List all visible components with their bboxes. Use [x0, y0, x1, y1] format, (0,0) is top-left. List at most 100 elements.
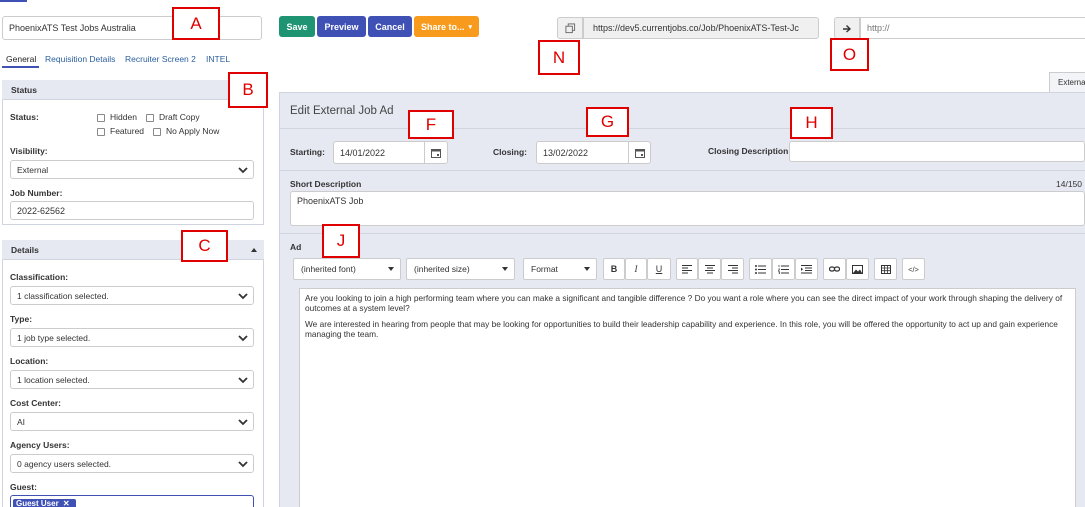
job-url-field[interactable]: https://dev5.currentjobs.co/Job/PhoenixA… — [583, 17, 819, 39]
job-title-value: PhoenixATS Test Jobs Australia — [9, 23, 136, 33]
bold-button[interactable]: B — [603, 258, 625, 280]
ad-paragraph: We are interested in hearing from people… — [305, 319, 1058, 339]
featured-label: Featured — [110, 126, 145, 136]
font-family-dropdown-label: (inherited font) — [301, 264, 356, 274]
bullet-list-button[interactable] — [749, 258, 772, 280]
type-value: 1 job type selected. — [17, 332, 91, 343]
chevron-down-icon — [238, 166, 248, 173]
redirect-url-input[interactable] — [860, 17, 1085, 39]
type-select[interactable]: 1 job type selected. — [10, 328, 254, 347]
font-size-dropdown-label: (inherited size) — [414, 264, 470, 274]
guest-tag[interactable]: Guest User ✕ — [13, 499, 76, 507]
draft-copy-label: Draft Copy — [159, 112, 200, 122]
visibility-label: Visibility: — [10, 146, 48, 156]
calendar-icon[interactable] — [424, 141, 448, 164]
indent-button[interactable] — [795, 258, 818, 280]
location-select[interactable]: 1 location selected. — [10, 370, 254, 389]
closing-label: Closing: — [493, 147, 527, 157]
job-number-input[interactable]: 2022-62562 — [10, 201, 254, 220]
cancel-button[interactable]: Cancel — [368, 16, 412, 37]
save-button[interactable]: Save — [279, 16, 315, 37]
annotation-h: H — [790, 107, 833, 139]
redirect-url-button[interactable] — [834, 17, 860, 39]
tab-requisition-details[interactable]: Requisition Details — [45, 54, 115, 64]
agency-users-select[interactable]: 0 agency users selected. — [10, 454, 254, 473]
share-to-button[interactable]: Share to... ▾ — [414, 16, 479, 37]
short-description-counter: 14/150 — [1056, 179, 1082, 189]
location-value: 1 location selected. — [17, 374, 90, 385]
job-title-input[interactable]: PhoenixATS Test Jobs Australia — [2, 16, 262, 40]
starting-date-value: 14/01/2022 — [340, 147, 386, 158]
editor-title: Edit External Job Ad — [290, 105, 394, 117]
ad-content-editor[interactable]: Are you looking to join a high performin… — [299, 288, 1076, 507]
featured-checkbox[interactable] — [97, 128, 105, 136]
image-icon — [852, 264, 863, 274]
annotation-o: O — [830, 38, 869, 71]
starting-date-input[interactable]: 14/01/2022 — [333, 141, 425, 164]
annotation-n: N — [538, 40, 580, 75]
font-size-dropdown[interactable]: (inherited size) — [406, 258, 515, 280]
closing-date-value: 13/02/2022 — [543, 147, 589, 158]
guest-label: Guest: — [10, 482, 37, 492]
divider — [280, 128, 1085, 129]
insert-link-button[interactable] — [823, 258, 846, 280]
annotation-g: G — [586, 107, 629, 137]
no-apply-now-checkbox[interactable] — [153, 128, 161, 136]
align-center-icon — [704, 264, 715, 273]
starting-label: Starting: — [290, 147, 325, 157]
align-left-button[interactable] — [676, 258, 698, 280]
italic-button[interactable]: I — [625, 258, 647, 280]
chevron-down-icon — [238, 334, 248, 341]
preview-button[interactable]: Preview — [317, 16, 366, 37]
hidden-checkbox[interactable] — [97, 114, 105, 122]
top-accent-line — [0, 0, 27, 2]
calendar-icon[interactable] — [628, 141, 651, 164]
location-label: Location: — [10, 356, 49, 366]
divider — [280, 170, 1085, 171]
annotation-f: F — [408, 110, 454, 139]
cost-center-select[interactable]: AI — [10, 412, 254, 431]
type-label: Type: — [10, 314, 33, 324]
chevron-down-icon: ▾ — [468, 23, 473, 31]
agency-users-value: 0 agency users selected. — [17, 458, 112, 469]
job-url-text: https://dev5.currentjobs.co/Job/PhoenixA… — [593, 23, 799, 33]
classification-label: Classification: — [10, 272, 69, 282]
copy-url-button[interactable] — [557, 17, 583, 39]
align-left-icon — [682, 264, 692, 273]
external-tab[interactable]: Externa — [1049, 72, 1085, 93]
short-description-value: PhoenixATS Job — [297, 196, 364, 206]
closing-description-input[interactable] — [789, 141, 1085, 162]
font-family-dropdown[interactable]: (inherited font) — [293, 258, 401, 280]
align-right-button[interactable] — [721, 258, 744, 280]
align-center-button[interactable] — [698, 258, 721, 280]
collapse-triangle-icon[interactable] — [251, 248, 257, 252]
visibility-select[interactable]: External — [10, 160, 254, 179]
chevron-down-icon — [238, 292, 248, 299]
cost-center-value: AI — [17, 416, 26, 427]
guest-tag-label: Guest User — [16, 499, 59, 507]
close-icon[interactable]: ✕ — [63, 499, 70, 507]
tab-general[interactable]: General — [6, 54, 36, 64]
html-source-button[interactable]: </> — [902, 258, 925, 280]
numbered-list-button[interactable] — [772, 258, 795, 280]
indent-icon — [801, 264, 812, 273]
chevron-down-icon — [238, 460, 248, 467]
annotation-j: J — [322, 224, 360, 258]
draft-copy-checkbox[interactable] — [146, 114, 154, 122]
insert-image-button[interactable] — [846, 258, 869, 280]
link-icon — [829, 266, 840, 272]
status-panel-header[interactable]: Status — [2, 80, 264, 100]
chevron-down-icon — [238, 418, 248, 425]
classification-select[interactable]: 1 classification selected. — [10, 286, 254, 305]
format-dropdown[interactable]: Format — [523, 258, 597, 280]
short-description-label: Short Description — [290, 179, 362, 189]
short-description-textarea[interactable]: PhoenixATS Job — [290, 191, 1085, 226]
job-number-value: 2022-62562 — [17, 205, 66, 216]
underline-button[interactable]: U — [647, 258, 671, 280]
tab-recruiter-screen-2[interactable]: Recruiter Screen 2 — [125, 54, 196, 64]
closing-date-input[interactable]: 13/02/2022 — [536, 141, 629, 164]
tab-intel[interactable]: INTEL — [206, 54, 230, 64]
insert-table-button[interactable] — [874, 258, 897, 280]
job-number-label: Job Number: — [10, 188, 63, 198]
share-to-label: Share to... — [420, 21, 465, 32]
